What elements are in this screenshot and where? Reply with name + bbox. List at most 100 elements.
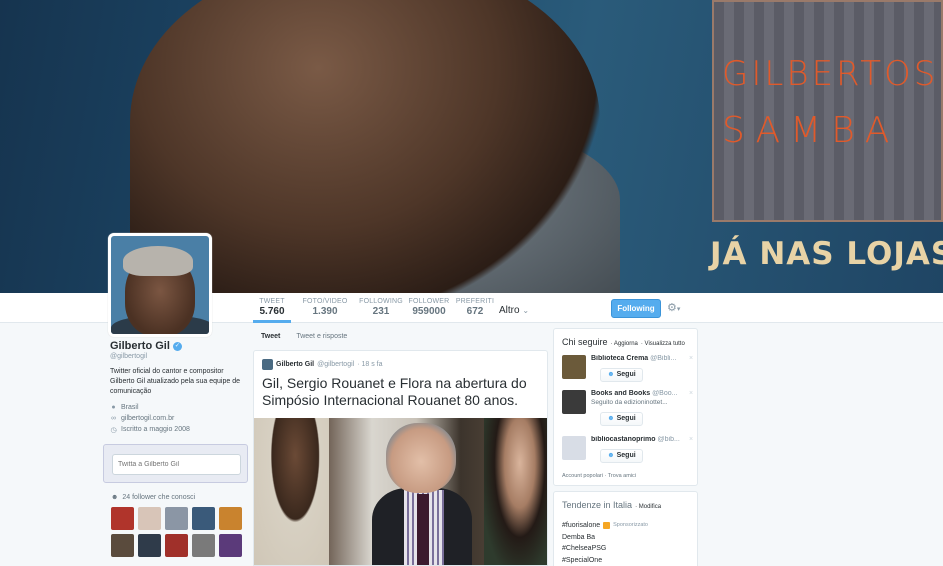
stat-photo-video[interactable]: FOTO/VIDEO 1.390 bbox=[299, 293, 351, 323]
profile-name-row: Gilberto Gil ✓ bbox=[110, 340, 245, 352]
profile-joined: Iscritto a maggio 2008 bbox=[121, 426, 190, 433]
suggestion-avatar[interactable] bbox=[562, 436, 586, 460]
profile-handle[interactable]: @gilbertogil bbox=[110, 353, 245, 360]
trend-label: #fuorisalone bbox=[562, 522, 601, 529]
follower-avatar[interactable] bbox=[165, 534, 188, 557]
more-label: Altro bbox=[499, 305, 520, 316]
profile-name[interactable]: Gilberto Gil bbox=[110, 340, 170, 352]
profile-meta: ● Brasil ∞ gilbertogil.com.br ◷ Iscritto… bbox=[110, 402, 245, 435]
who-to-follow-header: Chi seguire · Aggiorna · Visualizza tutt… bbox=[562, 337, 685, 347]
followers-you-know-header[interactable]: ☻ 24 follower che conosci bbox=[111, 494, 195, 501]
stat-label: PREFERITI bbox=[455, 298, 495, 305]
follower-avatar[interactable] bbox=[111, 534, 134, 557]
gear-icon[interactable]: ⚙▾ bbox=[667, 301, 680, 314]
stat-value: 1.390 bbox=[312, 306, 338, 317]
add-user-icon: ☻ bbox=[607, 415, 615, 422]
view-all-link[interactable]: · Visualizza tutto bbox=[641, 341, 685, 347]
follow-button[interactable]: ☻ Segui bbox=[600, 449, 643, 463]
suggestion-followed-by: Seguito da edizioninottet... bbox=[591, 399, 668, 406]
dismiss-icon[interactable]: × bbox=[689, 390, 693, 397]
follow-button-label: Segui bbox=[616, 452, 636, 459]
follower-avatar[interactable] bbox=[138, 507, 161, 530]
stat-label: TWEET bbox=[259, 298, 285, 305]
dismiss-icon[interactable]: × bbox=[689, 355, 693, 362]
suggestion-name-row[interactable]: Books and Books @Boo... bbox=[591, 390, 689, 397]
tweet-to-input[interactable] bbox=[112, 454, 241, 475]
photo-person-left bbox=[254, 418, 329, 565]
who-to-follow-card: Chi seguire · Aggiorna · Visualizza tutt… bbox=[553, 328, 698, 486]
profile-card: Gilberto Gil ✓ @gilbertogil Twitter ofic… bbox=[110, 340, 245, 435]
tweet-photo[interactable] bbox=[254, 418, 547, 565]
suggestion-avatar[interactable] bbox=[562, 355, 586, 379]
suggestion-name: Books and Books bbox=[591, 390, 651, 397]
follower-avatar[interactable] bbox=[192, 507, 215, 530]
follower-avatar[interactable] bbox=[219, 507, 242, 530]
dismiss-icon[interactable]: × bbox=[689, 436, 693, 443]
location-row: ● Brasil bbox=[110, 402, 245, 413]
trend-item[interactable]: #fuorisalone Sponsorizzato bbox=[562, 520, 648, 532]
stat-value: 231 bbox=[372, 306, 390, 317]
profile-location: Brasil bbox=[121, 404, 139, 411]
chevron-down-icon: ⌄ bbox=[522, 306, 530, 315]
stat-follower[interactable]: FOLLOWER 959000 bbox=[407, 293, 451, 323]
suggestion-handle: @bib... bbox=[657, 436, 680, 443]
location-pin-icon: ● bbox=[111, 404, 116, 411]
follower-avatar[interactable] bbox=[111, 507, 134, 530]
album-title-line2: SAMBA bbox=[722, 110, 900, 151]
stat-following[interactable]: FOLLOWING 231 bbox=[359, 293, 403, 323]
find-friends-link[interactable]: · Trova amici bbox=[605, 473, 636, 479]
suggestion-handle: @Boo... bbox=[652, 390, 678, 397]
banner-tagline: JÁ NAS LOJAS bbox=[710, 236, 943, 272]
suggestion-item: Books and Books @Boo... Seguito da edizi… bbox=[562, 390, 693, 426]
trend-item[interactable]: #SpecialOne bbox=[562, 555, 648, 566]
add-user-icon: ☻ bbox=[607, 452, 615, 459]
follower-avatar[interactable] bbox=[219, 534, 242, 557]
profile-website[interactable]: gilbertogil.com.br bbox=[121, 415, 174, 422]
verified-badge-icon: ✓ bbox=[172, 341, 182, 351]
photo-person-right bbox=[484, 418, 547, 565]
stat-value: 5.760 bbox=[259, 306, 285, 317]
tweet-avatar[interactable] bbox=[262, 359, 273, 370]
popular-accounts-link[interactable]: Account popolari bbox=[562, 473, 603, 479]
follower-avatar[interactable] bbox=[165, 507, 188, 530]
suggestion-name-row[interactable]: bibliocastanoprimo @bib... bbox=[591, 436, 689, 443]
edit-trends-link[interactable]: · Modifica bbox=[635, 504, 661, 510]
avatar[interactable] bbox=[108, 233, 212, 337]
follower-avatar[interactable] bbox=[138, 534, 161, 557]
stat-label: FOLLOWING bbox=[359, 298, 403, 305]
follow-button-label: Segui bbox=[616, 371, 636, 378]
add-user-icon: ☻ bbox=[607, 371, 615, 378]
tab-tweet[interactable]: Tweet bbox=[261, 333, 280, 340]
who-to-follow-title: Chi seguire bbox=[562, 337, 608, 347]
promoted-icon bbox=[603, 522, 611, 530]
follow-button[interactable]: ☻ Segui bbox=[600, 412, 643, 426]
photo-person-center-face bbox=[386, 423, 456, 493]
tweet-author-name[interactable]: Gilberto Gil bbox=[276, 361, 314, 368]
tweet[interactable]: Gilberto Gil @gilbertogil · 18 s fa Gil,… bbox=[253, 350, 548, 566]
suggestion-name-row[interactable]: Biblioteca Crema @Bibli... bbox=[591, 355, 689, 362]
followers-you-know-label: 24 follower che conosci bbox=[122, 494, 196, 501]
link-icon: ∞ bbox=[111, 415, 116, 422]
stat-value: 672 bbox=[466, 306, 484, 317]
tweet-text: Gil, Sergio Rouanet e Flora na abertura … bbox=[262, 375, 527, 408]
more-menu[interactable]: Altro ⌄ bbox=[499, 305, 529, 316]
trends-title: Tendenze in Italia bbox=[562, 500, 633, 510]
tab-tweets-and-replies[interactable]: Tweet e risposte bbox=[296, 333, 347, 340]
follow-button[interactable]: ☻ Segui bbox=[600, 368, 643, 382]
suggestion-handle: @Bibli... bbox=[650, 355, 677, 362]
stat-favorites[interactable]: PREFERITI 672 bbox=[455, 293, 495, 323]
suggestion-avatar[interactable] bbox=[562, 390, 586, 414]
stat-value: 959000 bbox=[412, 306, 446, 317]
trends-header: Tendenze in Italia · Modifica bbox=[562, 500, 661, 510]
stat-tweet[interactable]: TWEET 5.760 bbox=[253, 293, 291, 323]
clock-icon: ◷ bbox=[110, 426, 117, 434]
user-icon: ☻ bbox=[111, 494, 119, 501]
trend-item[interactable]: Demba Ba bbox=[562, 532, 648, 544]
refresh-link[interactable]: · Aggiorna bbox=[611, 341, 638, 347]
tweet-author-handle[interactable]: @gilbertogil bbox=[317, 361, 354, 368]
follower-avatar[interactable] bbox=[192, 534, 215, 557]
following-button[interactable]: Following bbox=[611, 299, 661, 318]
trend-item[interactable]: #ChelseaPSG bbox=[562, 543, 648, 555]
tweet-timestamp[interactable]: · 18 s fa bbox=[357, 361, 382, 368]
suggestion-item: bibliocastanoprimo @bib... ☻ Segui × bbox=[562, 436, 693, 470]
